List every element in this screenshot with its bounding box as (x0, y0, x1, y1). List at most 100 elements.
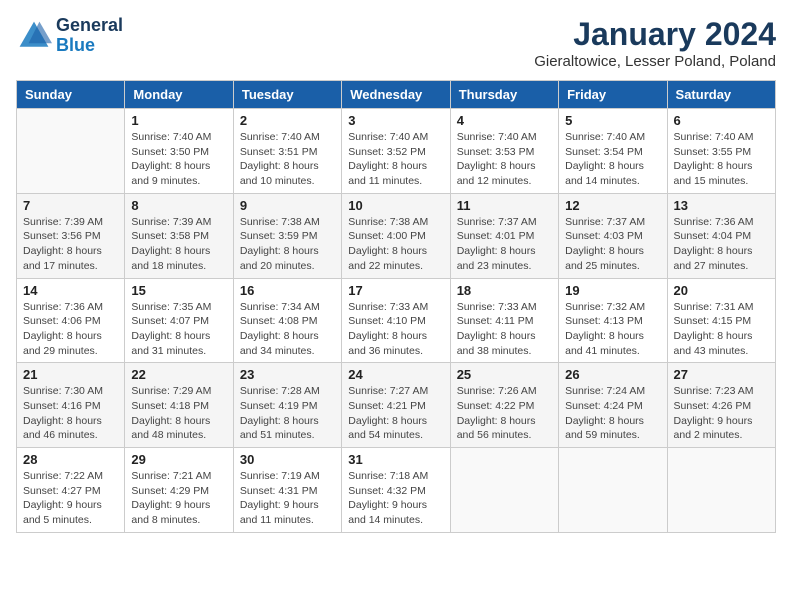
calendar-cell (17, 109, 125, 194)
logo: General Blue (16, 16, 123, 56)
day-number: 30 (240, 452, 335, 467)
day-number: 6 (674, 113, 769, 128)
calendar-cell: 18Sunrise: 7:33 AM Sunset: 4:11 PM Dayli… (450, 278, 558, 363)
day-number: 8 (131, 198, 226, 213)
weekday-header-saturday: Saturday (667, 81, 775, 109)
day-number: 16 (240, 283, 335, 298)
day-info: Sunrise: 7:32 AM Sunset: 4:13 PM Dayligh… (565, 300, 660, 359)
calendar-cell (559, 448, 667, 533)
day-info: Sunrise: 7:40 AM Sunset: 3:51 PM Dayligh… (240, 130, 335, 189)
weekday-header-thursday: Thursday (450, 81, 558, 109)
day-number: 31 (348, 452, 443, 467)
weekday-header-wednesday: Wednesday (342, 81, 450, 109)
month-title: January 2024 (534, 16, 776, 53)
calendar-cell: 4 Sunrise: 7:40 AM Sunset: 3:53 PM Daylig… (450, 109, 558, 194)
day-info: Sunrise: 7:19 AM Sunset: 4:31 PM Dayligh… (240, 469, 335, 528)
calendar-cell: 24 Sunrise: 7:27 AM Sunset: 4:21 PM Dayli… (342, 363, 450, 448)
day-number: 10 (348, 198, 443, 213)
day-number: 1 (131, 113, 226, 128)
calendar-cell: 19 Sunrise: 7:32 AM Sunset: 4:13 PM Dayli… (559, 278, 667, 363)
calendar-week-row: 28 Sunrise: 7:22 AM Sunset: 4:27 PM Dayli… (17, 448, 776, 533)
calendar-cell: 3 Sunrise: 7:40 AM Sunset: 3:52 PM Daylig… (342, 109, 450, 194)
day-number: 5 (565, 113, 660, 128)
day-info: Sunrise: 7:38 AM Sunset: 3:59 PM Dayligh… (240, 215, 335, 274)
day-number: 14 (23, 283, 118, 298)
calendar-cell: 15Sunrise: 7:35 AM Sunset: 4:07 PM Dayli… (125, 278, 233, 363)
calendar-cell: 2 Sunrise: 7:40 AM Sunset: 3:51 PM Daylig… (233, 109, 341, 194)
title-area: January 2024 Gieraltowice, Lesser Poland… (534, 16, 776, 70)
day-number: 21 (23, 367, 118, 382)
day-number: 19 (565, 283, 660, 298)
day-info: Sunrise: 7:23 AM Sunset: 4:26 PM Dayligh… (674, 384, 769, 443)
day-info: Sunrise: 7:37 AM Sunset: 4:01 PM Dayligh… (457, 215, 552, 274)
day-info: Sunrise: 7:40 AM Sunset: 3:55 PM Dayligh… (674, 130, 769, 189)
calendar-cell: 17 Sunrise: 7:33 AM Sunset: 4:10 PM Dayli… (342, 278, 450, 363)
location: Gieraltowice, Lesser Poland, Poland (534, 53, 776, 70)
day-number: 28 (23, 452, 118, 467)
day-number: 29 (131, 452, 226, 467)
day-info: Sunrise: 7:40 AM Sunset: 3:52 PM Dayligh… (348, 130, 443, 189)
calendar-cell: 12 Sunrise: 7:37 AM Sunset: 4:03 PM Dayli… (559, 193, 667, 278)
day-info: Sunrise: 7:18 AM Sunset: 4:32 PM Dayligh… (348, 469, 443, 528)
calendar: SundayMondayTuesdayWednesdayThursdayFrid… (16, 80, 776, 533)
day-info: Sunrise: 7:35 AM Sunset: 4:07 PM Dayligh… (131, 300, 226, 359)
calendar-cell: 7Sunrise: 7:39 AM Sunset: 3:56 PM Daylig… (17, 193, 125, 278)
day-number: 23 (240, 367, 335, 382)
calendar-cell: 25Sunrise: 7:26 AM Sunset: 4:22 PM Dayli… (450, 363, 558, 448)
calendar-cell: 5 Sunrise: 7:40 AM Sunset: 3:54 PM Daylig… (559, 109, 667, 194)
logo-icon (16, 18, 52, 54)
weekday-header-friday: Friday (559, 81, 667, 109)
logo-blue: Blue (56, 35, 95, 55)
day-number: 20 (674, 283, 769, 298)
calendar-cell: 11 Sunrise: 7:37 AM Sunset: 4:01 PM Dayli… (450, 193, 558, 278)
day-number: 2 (240, 113, 335, 128)
calendar-cell: 10 Sunrise: 7:38 AM Sunset: 4:00 PM Dayli… (342, 193, 450, 278)
day-info: Sunrise: 7:36 AM Sunset: 4:06 PM Dayligh… (23, 300, 118, 359)
day-number: 13 (674, 198, 769, 213)
day-number: 3 (348, 113, 443, 128)
weekday-header-tuesday: Tuesday (233, 81, 341, 109)
day-number: 7 (23, 198, 118, 213)
day-info: Sunrise: 7:40 AM Sunset: 3:50 PM Dayligh… (131, 130, 226, 189)
day-info: Sunrise: 7:40 AM Sunset: 3:53 PM Dayligh… (457, 130, 552, 189)
calendar-cell: 28 Sunrise: 7:22 AM Sunset: 4:27 PM Dayli… (17, 448, 125, 533)
day-number: 26 (565, 367, 660, 382)
calendar-cell: 16 Sunrise: 7:34 AM Sunset: 4:08 PM Dayli… (233, 278, 341, 363)
day-number: 12 (565, 198, 660, 213)
day-number: 17 (348, 283, 443, 298)
calendar-cell: 13 Sunrise: 7:36 AM Sunset: 4:04 PM Dayli… (667, 193, 775, 278)
day-info: Sunrise: 7:37 AM Sunset: 4:03 PM Dayligh… (565, 215, 660, 274)
day-info: Sunrise: 7:33 AM Sunset: 4:10 PM Dayligh… (348, 300, 443, 359)
logo-text: General Blue (56, 16, 123, 56)
calendar-cell: 29 Sunrise: 7:21 AM Sunset: 4:29 PM Dayli… (125, 448, 233, 533)
day-info: Sunrise: 7:27 AM Sunset: 4:21 PM Dayligh… (348, 384, 443, 443)
calendar-cell: 26Sunrise: 7:24 AM Sunset: 4:24 PM Dayli… (559, 363, 667, 448)
day-info: Sunrise: 7:26 AM Sunset: 4:22 PM Dayligh… (457, 384, 552, 443)
calendar-cell: 8Sunrise: 7:39 AM Sunset: 3:58 PM Daylig… (125, 193, 233, 278)
calendar-cell (667, 448, 775, 533)
calendar-cell: 23 Sunrise: 7:28 AM Sunset: 4:19 PM Dayli… (233, 363, 341, 448)
calendar-cell: 22Sunrise: 7:29 AM Sunset: 4:18 PM Dayli… (125, 363, 233, 448)
calendar-cell: 20 Sunrise: 7:31 AM Sunset: 4:15 PM Dayli… (667, 278, 775, 363)
day-info: Sunrise: 7:40 AM Sunset: 3:54 PM Dayligh… (565, 130, 660, 189)
day-number: 4 (457, 113, 552, 128)
calendar-cell: 14 Sunrise: 7:36 AM Sunset: 4:06 PM Dayli… (17, 278, 125, 363)
day-info: Sunrise: 7:22 AM Sunset: 4:27 PM Dayligh… (23, 469, 118, 528)
calendar-week-row: 1 Sunrise: 7:40 AM Sunset: 3:50 PM Daylig… (17, 109, 776, 194)
day-info: Sunrise: 7:36 AM Sunset: 4:04 PM Dayligh… (674, 215, 769, 274)
calendar-cell: 31 Sunrise: 7:18 AM Sunset: 4:32 PM Dayli… (342, 448, 450, 533)
weekday-header-sunday: Sunday (17, 81, 125, 109)
day-number: 22 (131, 367, 226, 382)
day-number: 11 (457, 198, 552, 213)
day-info: Sunrise: 7:31 AM Sunset: 4:15 PM Dayligh… (674, 300, 769, 359)
calendar-cell: 30 Sunrise: 7:19 AM Sunset: 4:31 PM Dayli… (233, 448, 341, 533)
day-number: 24 (348, 367, 443, 382)
day-info: Sunrise: 7:34 AM Sunset: 4:08 PM Dayligh… (240, 300, 335, 359)
logo-general: General (56, 15, 123, 35)
day-info: Sunrise: 7:21 AM Sunset: 4:29 PM Dayligh… (131, 469, 226, 528)
calendar-week-row: 21Sunrise: 7:30 AM Sunset: 4:16 PM Dayli… (17, 363, 776, 448)
page-header: General Blue January 2024 Gieraltowice, … (16, 16, 776, 70)
day-info: Sunrise: 7:38 AM Sunset: 4:00 PM Dayligh… (348, 215, 443, 274)
day-info: Sunrise: 7:28 AM Sunset: 4:19 PM Dayligh… (240, 384, 335, 443)
day-info: Sunrise: 7:33 AM Sunset: 4:11 PM Dayligh… (457, 300, 552, 359)
